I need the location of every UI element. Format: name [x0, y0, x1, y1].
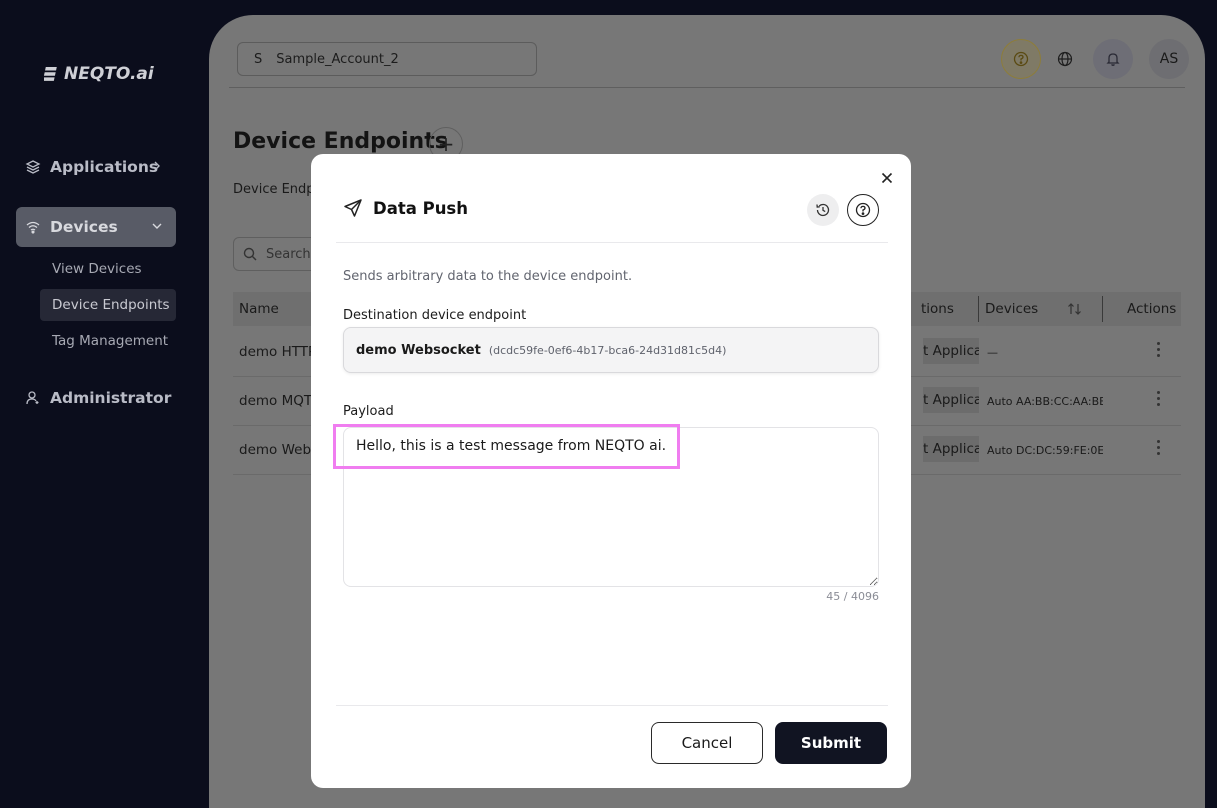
- sidebar-item-applications[interactable]: Applications: [16, 147, 176, 187]
- sidebar-subitem-label: Device Endpoints: [52, 297, 170, 313]
- submit-button[interactable]: Submit: [775, 722, 887, 764]
- wifi-icon: [24, 218, 42, 236]
- row-name: demo Webs: [239, 442, 319, 458]
- help-button[interactable]: [847, 194, 879, 226]
- search-placeholder: Search: [266, 246, 311, 262]
- destination-id: (dcdc59fe-0ef6-4b17-bca6-24d31d81c5d4): [488, 343, 727, 357]
- avatar[interactable]: AS: [1149, 39, 1189, 79]
- row-application: t Applicatic: [923, 387, 979, 413]
- bell-icon: [1106, 53, 1120, 66]
- row-devices: —: [987, 346, 998, 359]
- account-selector[interactable]: S Sample_Account_2: [237, 42, 537, 76]
- sidebar-subitem-tag-management[interactable]: Tag Management: [40, 325, 176, 357]
- sidebar-item-administrator[interactable]: Administrator: [16, 378, 176, 418]
- sidebar-subitem-device-endpoints[interactable]: Device Endpoints: [40, 289, 176, 321]
- page-title: Device Endpoints: [233, 129, 448, 154]
- row-actions-kebab-icon[interactable]: [1157, 342, 1161, 360]
- row-application: t Applicatic: [923, 436, 979, 462]
- chevron-right-icon: [154, 161, 160, 171]
- modal-header-divider: [336, 242, 888, 243]
- question-icon: [1013, 51, 1029, 67]
- notifications-button[interactable]: [1093, 39, 1133, 79]
- send-icon: [344, 199, 362, 217]
- brand-logo[interactable]: NEQTO.ai: [44, 64, 154, 84]
- payload-label: Payload: [343, 404, 394, 419]
- sidebar-item-label: Administrator: [50, 389, 172, 407]
- logo-text: NEQTO.ai: [64, 64, 154, 84]
- column-actions: Actions: [1127, 301, 1177, 317]
- search-icon: [243, 247, 257, 261]
- row-actions-kebab-icon[interactable]: [1157, 391, 1161, 409]
- modal-title: Data Push: [373, 198, 469, 218]
- row-name: demo HTTP: [239, 344, 317, 360]
- modal-footer-divider: [336, 705, 888, 706]
- sidebar-item-devices[interactable]: Devices: [16, 207, 176, 247]
- account-initial: S: [254, 51, 263, 67]
- history-icon: [816, 203, 830, 217]
- modal-description: Sends arbitrary data to the device endpo…: [343, 269, 633, 284]
- globe-icon: [1057, 51, 1073, 67]
- column-divider: [1102, 296, 1103, 322]
- character-counter: 45 / 4096: [826, 590, 879, 603]
- modal-header: Data Push: [343, 198, 468, 218]
- destination-label: Destination device endpoint: [343, 308, 527, 323]
- chevron-down-icon: [152, 223, 162, 229]
- sort-icon[interactable]: [1067, 302, 1083, 316]
- column-name[interactable]: Name: [239, 301, 279, 317]
- row-devices: Auto AA:BB:CC:AA:BE: [987, 395, 1103, 408]
- header-divider: [229, 87, 1185, 88]
- avatar-initials: AS: [1159, 51, 1179, 67]
- question-icon: [855, 202, 871, 218]
- history-button[interactable]: [807, 194, 839, 226]
- logo-mark-icon: [44, 67, 57, 81]
- row-application: t Applicatic: [923, 338, 979, 364]
- destination-name: demo Websocket: [356, 342, 481, 358]
- payload-textarea[interactable]: Hello, this is a test message from NEQTO…: [343, 427, 879, 587]
- layers-icon: [24, 158, 42, 176]
- cancel-button[interactable]: Cancel: [651, 722, 763, 764]
- sidebar-subitem-label: Tag Management: [52, 333, 169, 349]
- sidebar-item-label: Devices: [50, 218, 118, 236]
- account-name: Sample_Account_2: [276, 51, 399, 67]
- sidebar-subitem-view-devices[interactable]: View Devices: [40, 253, 176, 285]
- user-icon: [24, 389, 42, 407]
- help-button-top[interactable]: [1001, 39, 1041, 79]
- plus-icon: +: [437, 132, 455, 156]
- column-devices[interactable]: Devices: [985, 301, 1038, 317]
- data-push-modal: Data Push Sends arbitrary data to the de…: [311, 154, 911, 788]
- row-actions-kebab-icon[interactable]: [1157, 440, 1161, 458]
- destination-endpoint-field[interactable]: demo Websocket (dcdc59fe-0ef6-4b17-bca6-…: [343, 327, 879, 373]
- sidebar: NEQTO.ai Applications Devices View Devic…: [0, 0, 200, 808]
- row-devices: Auto DC:DC:59:FE:0E: [987, 444, 1103, 457]
- language-button[interactable]: [1045, 39, 1085, 79]
- column-applications[interactable]: tions: [921, 301, 954, 317]
- row-name: demo MQT: [239, 393, 313, 409]
- close-icon[interactable]: [879, 170, 895, 186]
- sidebar-subitem-label: View Devices: [52, 261, 142, 277]
- column-divider: [978, 296, 979, 322]
- sidebar-item-label: Applications: [50, 158, 159, 176]
